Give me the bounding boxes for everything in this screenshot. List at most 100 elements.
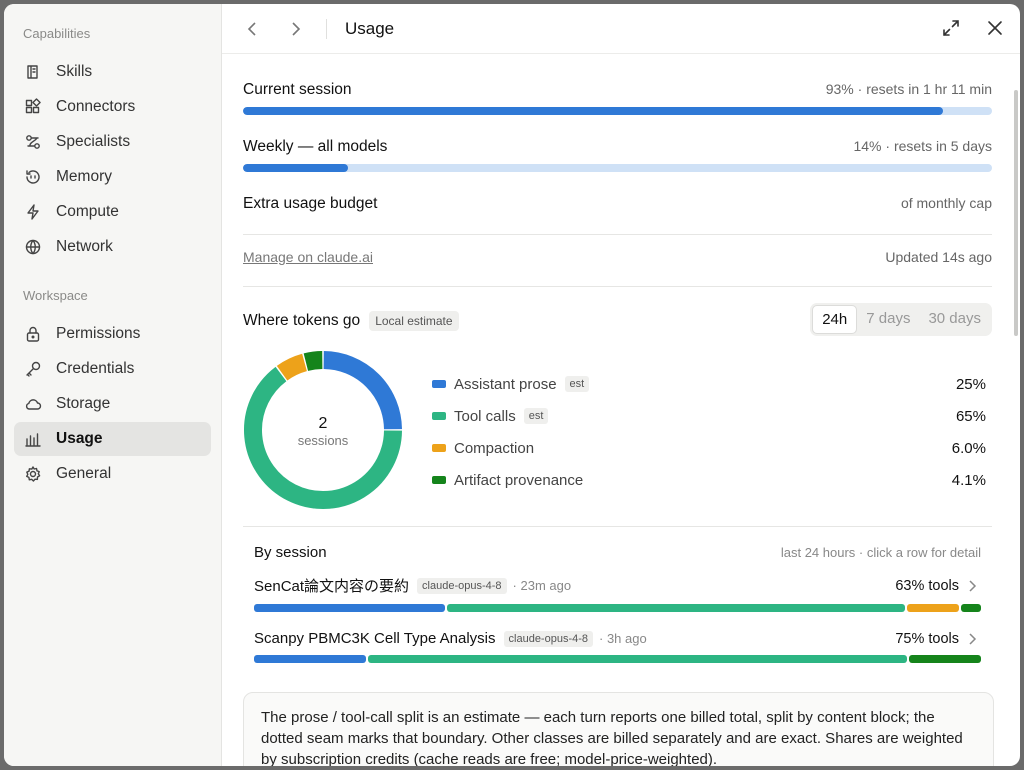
close-icon	[988, 21, 1002, 35]
weekly-bar	[243, 164, 992, 172]
sidebar-item-storage[interactable]: Storage	[14, 387, 211, 421]
sidebar-item-connectors[interactable]: Connectors	[14, 90, 211, 124]
specialists-icon	[24, 133, 42, 151]
network-icon	[24, 238, 42, 256]
expand-button[interactable]	[940, 17, 962, 39]
sidebar-item-label: Connectors	[56, 98, 136, 115]
sidebar-item-label: Permissions	[56, 325, 141, 342]
sidebar: Capabilities Skills Connectors Specialists…	[4, 4, 222, 766]
close-button[interactable]	[984, 17, 1006, 39]
sidebar-item-skills[interactable]: Skills	[14, 55, 211, 89]
split-segment	[447, 604, 905, 612]
sidebar-item-label: Memory	[56, 168, 112, 185]
current-session-bar	[243, 107, 992, 115]
session-time: · 23m ago	[512, 578, 572, 593]
cloud-icon	[24, 395, 42, 413]
by-session-title: By session	[254, 544, 327, 561]
divider	[326, 18, 327, 39]
legend-row: Artifact provenance 4.1%	[432, 464, 986, 496]
legend-label: Compaction	[454, 439, 535, 457]
gear-icon	[24, 465, 42, 483]
legend-swatch	[432, 444, 446, 452]
tokens-header: Where tokens go Local estimate 24h 7 day…	[243, 303, 992, 343]
sidebar-item-label: Skills	[56, 63, 93, 80]
sidebar-item-usage[interactable]: Usage	[14, 422, 211, 456]
divider	[243, 234, 992, 235]
legend-label: Assistant prose	[454, 375, 557, 393]
weekly-meta: 14% · resets in 5 days	[853, 138, 992, 154]
range-30-days[interactable]: 30 days	[919, 305, 990, 334]
connectors-icon	[24, 98, 42, 116]
sidebar-item-general[interactable]: General	[14, 457, 211, 491]
capabilities-section-title: Capabilities	[23, 26, 91, 41]
key-icon	[24, 360, 42, 378]
legend-percent: 65%	[955, 407, 986, 425]
bar-chart-icon	[24, 430, 42, 448]
scrollbar[interactable]	[1014, 90, 1018, 336]
manage-link[interactable]: Manage on claude.ai	[243, 249, 373, 265]
sidebar-item-label: Storage	[56, 395, 111, 412]
divider	[243, 286, 992, 287]
sidebar-item-memory[interactable]: Memory	[14, 160, 211, 194]
by-session-hint: last 24 hours · click a row for detail	[780, 545, 981, 560]
extra-usage-meta: of monthly cap	[900, 195, 992, 211]
split-segment	[368, 655, 907, 663]
estimate-badge: est	[564, 376, 590, 392]
settings-window: Capabilities Skills Connectors Specialists…	[4, 4, 1020, 766]
legend-row: Assistant prose est 25%	[432, 368, 986, 400]
sidebar-item-network[interactable]: Network	[14, 230, 211, 264]
expand-icon	[943, 20, 959, 36]
workspace-section-title: Workspace	[23, 288, 88, 303]
current-session-label: Current session	[243, 81, 352, 98]
range-7-days[interactable]: 7 days	[857, 305, 919, 334]
model-badge: claude-opus-4-8	[417, 577, 507, 594]
sidebar-item-label: General	[56, 465, 112, 482]
legend-swatch	[432, 380, 446, 388]
extra-usage: Extra usage budget of monthly cap	[243, 195, 992, 213]
range-selector: 24h 7 days 30 days	[810, 303, 992, 336]
split-segment	[960, 604, 981, 612]
split-segment	[254, 604, 446, 612]
chevron-right-icon	[967, 632, 981, 645]
forward-button[interactable]	[284, 18, 306, 40]
session-row[interactable]: Scanpy PBMC3K Cell Type Analysis claude-…	[254, 630, 981, 663]
lock-icon	[24, 325, 42, 343]
legend-label: Artifact provenance	[454, 471, 584, 489]
token-donut-chart: 2 sessions	[244, 351, 402, 509]
sidebar-item-permissions[interactable]: Permissions	[14, 317, 211, 351]
local-estimate-badge: Local estimate	[369, 311, 459, 331]
divider	[243, 526, 992, 527]
current-session-bar-fill	[243, 107, 943, 115]
sidebar-item-compute[interactable]: Compute	[14, 195, 211, 229]
updated-text: Updated 14s ago	[885, 249, 992, 265]
main-panel: Usage Current session 93% · resets in 1 …	[222, 4, 1020, 766]
chevron-left-icon	[247, 21, 256, 36]
page-title: Usage	[345, 18, 395, 38]
session-name: Scanpy PBMC3K Cell Type Analysis	[254, 630, 496, 647]
session-split-bar	[254, 655, 981, 663]
split-segment	[906, 604, 959, 612]
legend-row: Compaction 6.0%	[432, 432, 986, 464]
split-segment	[908, 655, 981, 663]
legend-swatch	[432, 476, 446, 484]
weekly-bar-fill	[243, 164, 348, 172]
model-badge: claude-opus-4-8	[503, 630, 594, 647]
chevron-right-icon	[967, 579, 981, 592]
weekly-limit: Weekly — all models 14% · resets in 5 da…	[243, 138, 992, 172]
sidebar-item-label: Compute	[56, 203, 119, 220]
skills-icon	[24, 63, 42, 81]
session-row[interactable]: SenCat論文内容の要約 claude-opus-4-8 · 23m ago …	[254, 575, 981, 612]
sessions-count: 2	[319, 415, 328, 432]
top-bar: Usage	[222, 4, 1020, 54]
legend-row: Tool calls est 65%	[432, 400, 986, 432]
session-split-bar	[254, 604, 981, 612]
session-name: SenCat論文内容の要約	[254, 578, 410, 595]
back-button[interactable]	[242, 18, 264, 40]
split-segment	[254, 655, 367, 663]
sidebar-item-credentials[interactable]: Credentials	[14, 352, 211, 386]
compute-icon	[24, 203, 42, 221]
sidebar-item-specialists[interactable]: Specialists	[14, 125, 211, 159]
range-24h[interactable]: 24h	[812, 305, 858, 334]
legend-label: Tool calls	[454, 407, 516, 425]
donut-slice-compaction	[276, 353, 308, 381]
